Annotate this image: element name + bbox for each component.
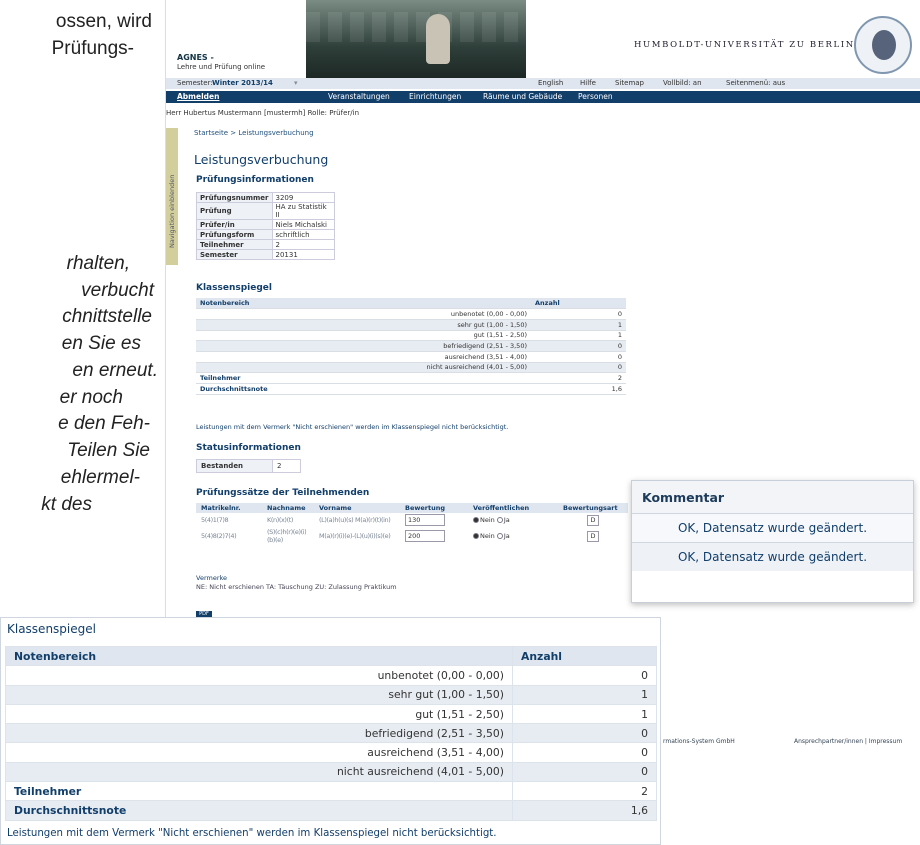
vermerke: Vermerke NE: Nicht erschienen TA: Täuschu…	[196, 574, 397, 591]
bewertung-input[interactable]: 200	[405, 530, 445, 542]
link-hilfe[interactable]: Hilfe	[580, 79, 596, 87]
main-nav: Abmelden Veranstaltungen Einrichtungen R…	[166, 91, 920, 103]
user-info: Herr Hubertus Mustermann [mustermh] Roll…	[166, 109, 360, 117]
klassenspiegel-zoom: Klassenspiegel Notenbereich Anzahl unbeno…	[0, 617, 661, 845]
table-row: Durchschnittsnote 1,6	[5, 800, 657, 821]
table-row: Prüfer/in Niels Michalski	[196, 219, 335, 230]
doc-line: Teilen Sie	[67, 440, 150, 461]
breadcrumb[interactable]: Startseite > Leistungsverbuchung	[194, 129, 314, 137]
table-row: gut (1,51 - 2,50) 1	[5, 703, 657, 725]
table-row: befriedigend (2,51 - 3,50) 0	[5, 723, 657, 744]
doc-line: en erneut.	[72, 360, 158, 381]
link-english[interactable]: English	[538, 79, 563, 87]
klassenspiegel-zoom-title: Klassenspiegel	[7, 622, 96, 636]
pruefungssaetze-table: Matrikelnr. Nachname Vorname Bewertung Veröf…	[196, 503, 628, 545]
doc-line: e den Feh-	[58, 413, 150, 434]
table-row: Prüfungsform schriftlich	[196, 229, 335, 240]
bewertungsart-button[interactable]: D	[587, 514, 599, 526]
link-sitemap[interactable]: Sitemap	[615, 79, 644, 87]
link-seitenmenue[interactable]: Seitenmenü: aus	[726, 79, 785, 87]
kommentar-row: OK, Datensatz wurde geändert.	[632, 513, 913, 542]
footer-links[interactable]: Ansprechpartner/innen | Impressum	[794, 738, 902, 745]
pruefungssaetze-heading: Prüfungssätze der Teilnehmenden	[196, 488, 370, 498]
radio-ja[interactable]	[496, 517, 503, 523]
link-vollbild[interactable]: Vollbild: an	[663, 79, 702, 87]
table-row: ausreichend (3,51 - 4,00) 0	[5, 742, 657, 763]
header-photo	[306, 0, 526, 78]
kommentar-row: OK, Datensatz wurde geändert.	[632, 542, 913, 571]
bewertung-input[interactable]: 130	[405, 514, 445, 526]
status-table: Bestanden 2	[196, 459, 301, 473]
radio-nein[interactable]	[473, 517, 479, 523]
table-row: 5(4)1(7)8 K(n)(x)(t) (L)(a)h(u)(s) M(a)(r)…	[196, 513, 628, 527]
radio-ja[interactable]	[496, 533, 503, 539]
table-row: sehr gut (1,00 - 1,50) 1	[5, 684, 657, 705]
university-seal-icon	[854, 16, 912, 74]
kommentar-panel: Kommentar OK, Datensatz wurde geändert. …	[631, 480, 914, 603]
klassenspiegel-note: Leistungen mit dem Vermerk "Nicht erschi…	[196, 423, 509, 431]
klassenspiegel-table-small: Notenbereich Anzahl unbenotet (0,00 - 0,0…	[196, 298, 626, 395]
table-row: Prüfung HA zu Statistik II	[196, 202, 335, 220]
doc-line: chnittstelle	[62, 306, 152, 327]
doc-line: ossen, wird	[55, 11, 152, 32]
doc-line: kt des	[41, 494, 92, 515]
kommentar-title: Kommentar	[632, 481, 913, 513]
nav-raeume[interactable]: Räume und Gebäude	[483, 92, 562, 101]
klassenspiegel-zoom-table: Notenbereich Anzahl unbenotet (0,00 - 0,0…	[5, 645, 657, 821]
pruefungsinfo-table: Prüfungsnummer 3209 Prüfung HA zu Statisti…	[196, 192, 335, 260]
nav-einrichtungen[interactable]: Einrichtungen	[409, 92, 461, 101]
table-row: Prüfungsnummer 3209	[196, 192, 335, 203]
doc-line: er noch	[59, 387, 123, 408]
meta-bar: Semester: Winter 2013/14 ▾ English Hilfe…	[166, 78, 920, 89]
bewertungsart-button[interactable]: D	[587, 530, 599, 542]
footer-left: rmations-System GmbH	[663, 738, 735, 745]
semester-select[interactable]: Winter 2013/14	[212, 79, 273, 87]
radio-nein[interactable]	[473, 533, 479, 539]
status-heading: Statusinformationen	[196, 443, 301, 453]
table-row: nicht ausreichend (4,01 - 5,00) 0	[5, 761, 657, 783]
app-brand: AGNES - Lehre und Prüfung online	[177, 53, 266, 71]
doc-line: ehlermel-	[60, 467, 140, 488]
document-fragment: ossen, wird Prüfungs- rhalten, verbucht …	[0, 0, 170, 620]
chevron-down-icon[interactable]: ▾	[294, 79, 298, 87]
page-title: Leistungsverbuchung	[194, 152, 329, 167]
doc-line: rhalten,	[66, 253, 130, 274]
logout-link[interactable]: Abmelden	[177, 92, 219, 101]
doc-line: verbucht	[81, 280, 154, 301]
university-name: HUMBOLDT-UNIVERSITÄT ZU BERLIN	[634, 40, 855, 50]
navigation-toggle[interactable]: Navigation einblenden	[166, 128, 178, 265]
klassenspiegel-zoom-note: Leistungen mit dem Vermerk "Nicht erschi…	[7, 828, 497, 839]
nav-personen[interactable]: Personen	[578, 92, 613, 101]
header: AGNES - Lehre und Prüfung online HUMBOLDT…	[166, 0, 920, 78]
table-row: unbenotet (0,00 - 0,00) 0	[5, 665, 657, 686]
pruefungsinfo-heading: Prüfungsinformationen	[196, 175, 314, 185]
table-row: Teilnehmer 2	[5, 781, 657, 802]
table-row: Teilnehmer 2	[196, 239, 335, 250]
doc-line: Prüfungs-	[51, 38, 134, 59]
table-row: 5(4)8(2)7(4) (S)(c)h(r)(e)(i)(b)(e) M(a)(r…	[196, 527, 628, 545]
klassenspiegel-heading: Klassenspiegel	[196, 283, 272, 293]
table-row: Semester 20131	[196, 249, 335, 260]
semester-label: Semester:	[177, 79, 213, 87]
nav-veranstaltungen[interactable]: Veranstaltungen	[328, 92, 390, 101]
doc-line: en Sie es	[61, 333, 141, 354]
